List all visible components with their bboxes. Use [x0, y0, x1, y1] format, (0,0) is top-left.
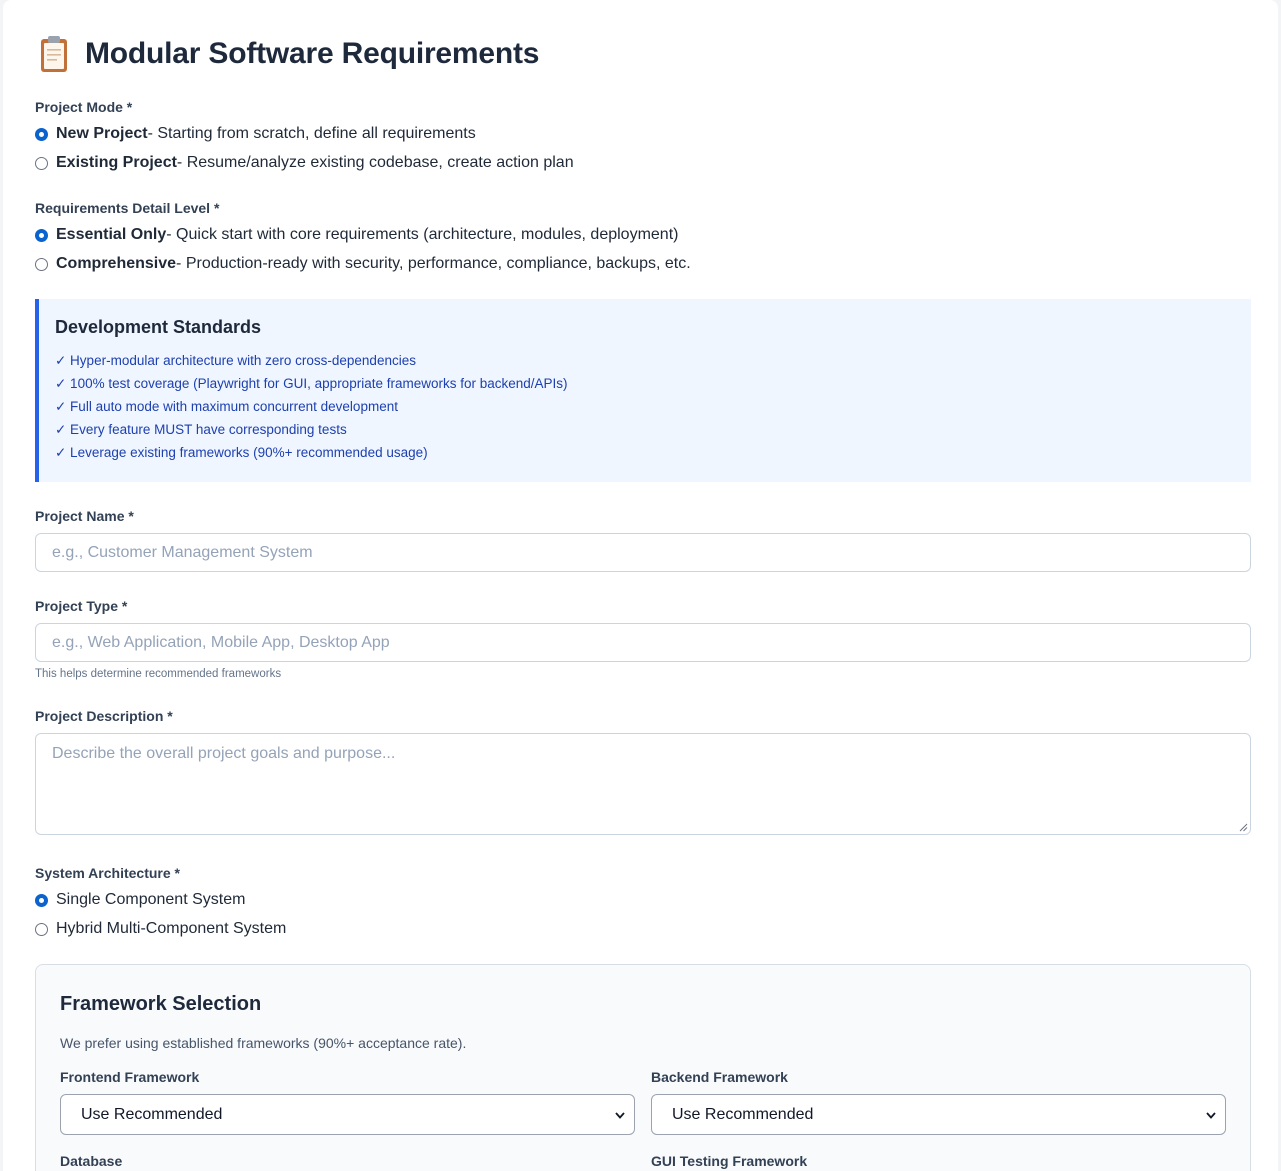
framework-selection-title: Framework Selection [60, 993, 262, 1015]
requirements-form-card: Modular Software Requirements Project Mo… [3, 0, 1278, 1171]
textarea-placeholder: Describe the overall project goals and p… [52, 745, 396, 762]
input-placeholder: e.g., Customer Management System [52, 543, 313, 561]
radio-button-selected[interactable] [35, 893, 48, 907]
radio-hybrid-multi-component[interactable]: Hybrid Multi-Component System [35, 920, 286, 938]
standards-item: ✓ Leverage existing frameworks (90%+ rec… [55, 445, 428, 460]
frontend-framework-select[interactable]: Use Recommended [60, 1094, 635, 1135]
radio-single-component[interactable]: Single Component System [35, 891, 245, 909]
project-description-textarea[interactable]: Describe the overall project goals and p… [35, 733, 1251, 835]
project-type-input[interactable]: e.g., Web Application, Mobile App, Deskt… [35, 623, 1251, 662]
page-title: Modular Software Requirements [85, 37, 540, 70]
frontend-framework-label: Frontend Framework [60, 1069, 200, 1085]
chevron-down-icon [615, 1111, 625, 1119]
option-title: Hybrid Multi-Component System [56, 920, 287, 937]
radio-button-selected[interactable] [35, 228, 48, 242]
architecture-label: System Architecture * [35, 865, 180, 881]
gui-testing-framework-label: GUI Testing Framework [651, 1153, 808, 1169]
select-value: Use Recommended [672, 1105, 814, 1123]
radio-button-selected[interactable] [35, 127, 48, 141]
framework-selection-panel: Framework Selection We prefer using esta… [35, 964, 1251, 1171]
detail-level-label: Requirements Detail Level * [35, 200, 220, 216]
radio-existing-project[interactable]: Existing Project - Resume/analyze existi… [35, 154, 574, 172]
option-title: Existing Project [56, 154, 177, 171]
backend-framework-label: Backend Framework [651, 1069, 788, 1085]
clipboard-icon [41, 36, 67, 72]
input-placeholder: e.g., Web Application, Mobile App, Deskt… [52, 633, 390, 651]
radio-essential-only[interactable]: Essential Only - Quick start with core r… [35, 226, 678, 244]
option-title: New Project [56, 125, 148, 142]
standards-title: Development Standards [55, 317, 262, 337]
backend-framework-select[interactable]: Use Recommended [651, 1094, 1226, 1135]
radio-button[interactable] [35, 257, 48, 271]
radio-button[interactable] [35, 922, 48, 936]
radio-button[interactable] [35, 156, 48, 170]
development-standards-box: Development Standards ✓ Hyper-modular ar… [35, 299, 1251, 482]
project-name-input[interactable]: e.g., Customer Management System [35, 533, 1251, 572]
standards-item: ✓ 100% test coverage (Playwright for GUI… [55, 376, 568, 391]
database-label: Database [60, 1153, 123, 1169]
project-type-label: Project Type * [35, 598, 128, 614]
project-mode-label: Project Mode * [35, 99, 133, 115]
project-type-hint: This helps determine recommended framewo… [35, 668, 282, 680]
radio-comprehensive[interactable]: Comprehensive - Production-ready with se… [35, 255, 691, 273]
framework-selection-description: We prefer using established frameworks (… [60, 1035, 467, 1051]
project-description-label: Project Description * [35, 708, 173, 724]
resize-handle-icon[interactable] [1239, 823, 1248, 832]
option-description: - Starting from scratch, define all requ… [147, 125, 476, 142]
select-value: Use Recommended [81, 1105, 223, 1123]
option-title: Single Component System [56, 891, 246, 908]
radio-new-project[interactable]: New Project - Starting from scratch, def… [35, 125, 476, 143]
option-title: Essential Only [56, 226, 167, 243]
standards-item: ✓ Full auto mode with maximum concurrent… [55, 399, 398, 414]
standards-item: ✓ Every feature MUST have corresponding … [55, 422, 347, 437]
standards-item: ✓ Hyper-modular architecture with zero c… [55, 353, 416, 368]
chevron-down-icon [1206, 1111, 1216, 1119]
option-description: - Quick start with core requirements (ar… [166, 226, 679, 243]
option-description: - Resume/analyze existing codebase, crea… [176, 154, 574, 171]
page-header: Modular Software Requirements [39, 34, 539, 74]
option-title: Comprehensive [56, 255, 177, 272]
option-description: - Production-ready with security, perfor… [176, 255, 691, 272]
project-name-label: Project Name * [35, 508, 134, 524]
